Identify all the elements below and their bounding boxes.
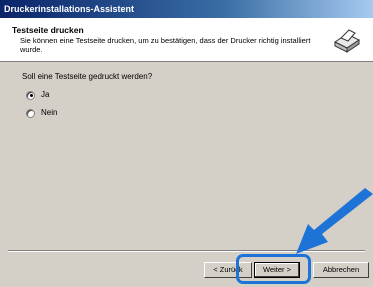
radio-yes-circle[interactable]: [26, 90, 35, 100]
page-description: Sie können eine Testseite drucken, um zu…: [20, 36, 311, 54]
radio-yes[interactable]: Ja: [26, 89, 49, 101]
cancel-button[interactable]: Abbrechen: [313, 262, 369, 278]
window-title: Druckerinstallations-Assistent: [4, 4, 135, 14]
next-button-highlight: [236, 254, 311, 284]
radio-yes-label: Ja: [41, 90, 50, 99]
pointer-arrow-icon: [296, 188, 373, 254]
wizard-header: Testseite drucken Sie können eine Testse…: [0, 18, 373, 62]
wizard-window: Druckerinstallations-Assistent Testseite…: [0, 0, 373, 287]
page-title: Testseite drucken: [12, 25, 84, 35]
radio-no[interactable]: Nein: [26, 107, 57, 119]
title-bar[interactable]: Druckerinstallations-Assistent: [0, 0, 373, 18]
radio-no-label: Nein: [41, 108, 58, 117]
question-label: Soll eine Testseite gedruckt werden?: [22, 72, 153, 81]
radio-no-circle[interactable]: [26, 108, 35, 118]
printer-icon: [334, 29, 360, 53]
